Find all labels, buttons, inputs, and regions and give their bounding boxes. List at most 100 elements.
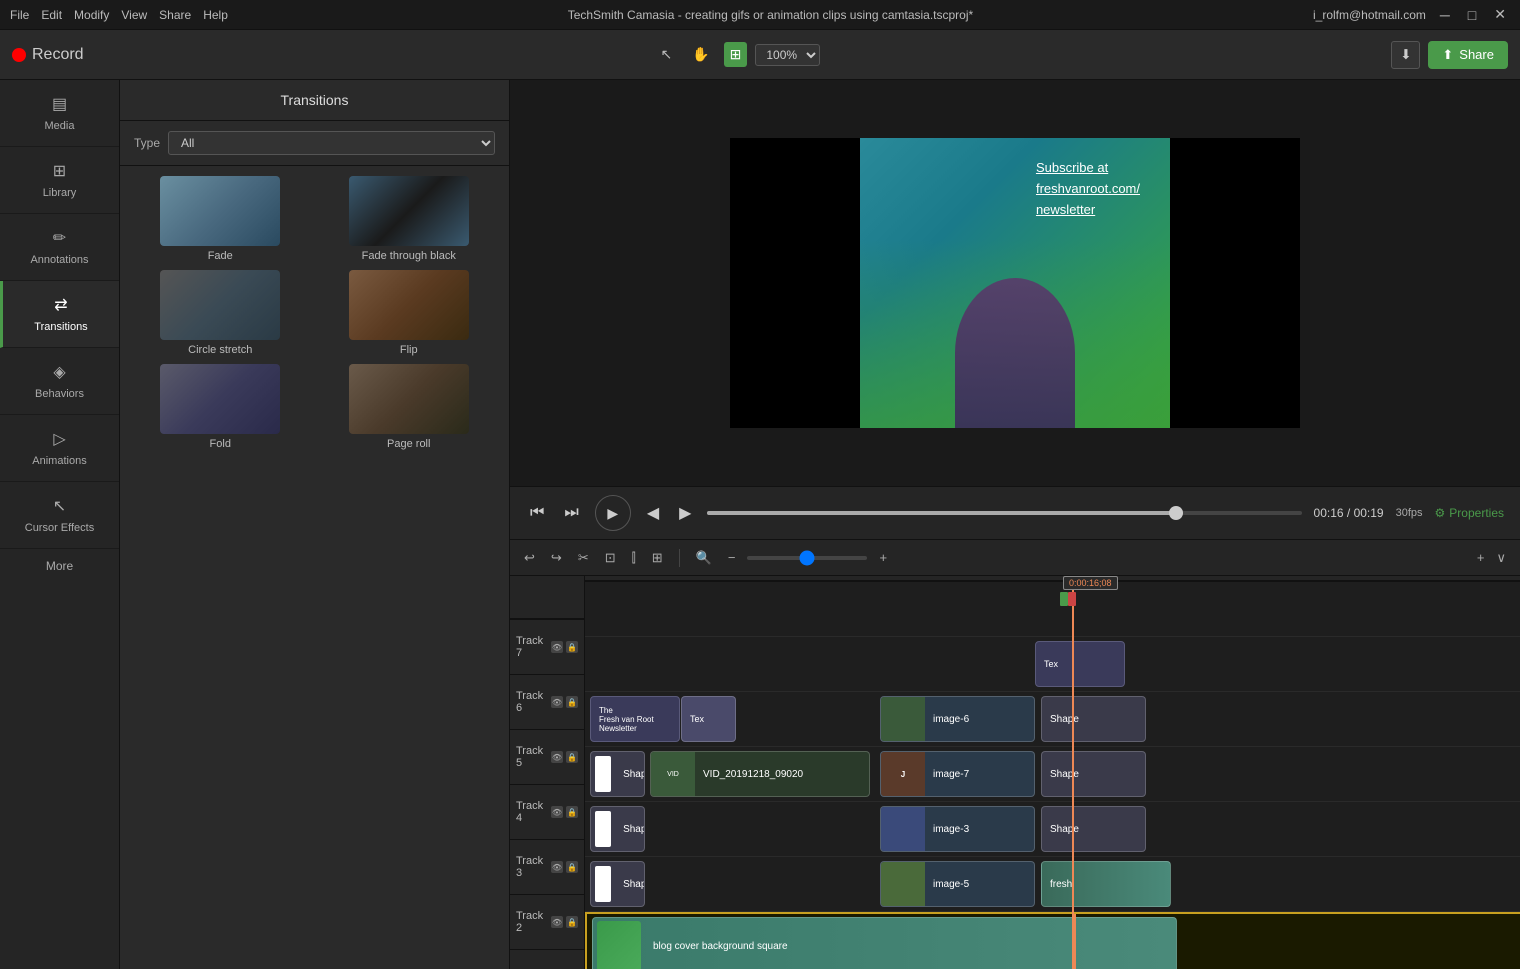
track-2-visibility[interactable]: 👁 bbox=[551, 916, 563, 928]
transition-fade-black[interactable]: Fade through black bbox=[319, 176, 500, 262]
clip-track5-newsletter[interactable]: TheFresh van RootNewsletter bbox=[590, 696, 680, 742]
prev-marker-button[interactable]: ◀ bbox=[643, 499, 663, 527]
track-7-lock[interactable]: 🔒 bbox=[566, 641, 578, 653]
menu-modify[interactable]: Modify bbox=[74, 8, 109, 22]
menu-edit[interactable]: Edit bbox=[41, 8, 62, 22]
transition-fold[interactable]: Fold bbox=[130, 364, 311, 450]
clip-track2-fresh[interactable]: fresh bbox=[1041, 861, 1171, 907]
record-button[interactable]: Record bbox=[12, 46, 84, 64]
clip-track4-shape2[interactable]: Shape bbox=[1041, 751, 1146, 797]
titlebar-right: i_rolfm@hotmail.com ─ □ ✕ bbox=[1313, 6, 1510, 23]
undo-button[interactable]: ↩ bbox=[520, 548, 539, 568]
sidebar-item-cursor[interactable]: ↖ Cursor Effects bbox=[0, 482, 119, 549]
cut-button[interactable]: ✂ bbox=[574, 548, 593, 568]
track-4-lock[interactable]: 🔒 bbox=[566, 806, 578, 818]
menu-share[interactable]: Share bbox=[159, 8, 191, 22]
share-button[interactable]: ⬆ Share bbox=[1428, 41, 1508, 69]
zoom-select[interactable]: 100% 75% 50% 150% bbox=[755, 44, 820, 66]
tool-group: ↖ ✋ ⊞ 100% 75% 50% 150% bbox=[654, 42, 820, 67]
timeline-collapse-button[interactable]: ∨ bbox=[1492, 548, 1510, 568]
clip-track1-bg[interactable]: blog cover background square bbox=[592, 917, 1177, 969]
transition-fade[interactable]: Fade bbox=[130, 176, 311, 262]
app-body: ▤ Media ⊞ Library ✏ Annotations ⇄ Transi… bbox=[0, 80, 1520, 969]
crop-tool[interactable]: ⊞ bbox=[724, 42, 748, 67]
playhead-track1 bbox=[1074, 914, 1076, 969]
paste-button[interactable]: ⊞ bbox=[648, 548, 667, 568]
properties-label: Properties bbox=[1449, 506, 1504, 520]
download-button[interactable]: ⬇ bbox=[1391, 41, 1420, 69]
track-2-lock[interactable]: 🔒 bbox=[566, 916, 578, 928]
filter-select[interactable]: All Fade bbox=[168, 131, 495, 155]
zoom-plus-button[interactable]: + bbox=[875, 548, 891, 567]
toolbar-right: ⬇ ⬆ Share bbox=[1391, 41, 1508, 69]
timeline-add-track-button[interactable]: + bbox=[1473, 548, 1489, 567]
minimize-button[interactable]: ─ bbox=[1436, 7, 1454, 23]
sidebar-item-annotations[interactable]: ✏ Annotations bbox=[0, 214, 119, 281]
zoom-out-button[interactable]: 🔍 bbox=[692, 548, 716, 568]
clip-track3-shape2[interactable]: Shape bbox=[1041, 806, 1146, 852]
track-3-visibility[interactable]: 👁 bbox=[551, 861, 563, 873]
user-account[interactable]: i_rolfm@hotmail.com bbox=[1313, 8, 1426, 22]
clip-track2-image5[interactable]: image-5 bbox=[880, 861, 1035, 907]
video-right-black bbox=[1170, 138, 1300, 428]
clip-track2-shape[interactable]: Shape bbox=[590, 861, 645, 907]
menu-view[interactable]: View bbox=[121, 8, 147, 22]
hand-tool[interactable]: ✋ bbox=[686, 42, 715, 67]
next-marker-button[interactable]: ▶ bbox=[675, 499, 695, 527]
track-label-7: Track 7 👁 🔒 bbox=[510, 620, 584, 675]
progress-bar[interactable] bbox=[707, 511, 1301, 515]
fade-black-label: Fade through black bbox=[362, 250, 456, 262]
close-button[interactable]: ✕ bbox=[1490, 6, 1510, 23]
clip-track4-shape[interactable]: Shape bbox=[590, 751, 645, 797]
sidebar: ▤ Media ⊞ Library ✏ Annotations ⇄ Transi… bbox=[0, 80, 120, 969]
sidebar-more[interactable]: More bbox=[0, 549, 119, 583]
track-6-visibility[interactable]: 👁 bbox=[551, 696, 563, 708]
sidebar-item-animations[interactable]: ▷ Animations bbox=[0, 415, 119, 482]
clip-track4-video[interactable]: VID VID_20191218_09020 bbox=[650, 751, 870, 797]
zoom-minus-button[interactable]: − bbox=[724, 548, 740, 567]
titlebar: File Edit Modify View Share Help TechSmi… bbox=[0, 0, 1520, 30]
transition-flip[interactable]: Flip bbox=[319, 270, 500, 356]
sidebar-item-behaviors[interactable]: ◈ Behaviors bbox=[0, 348, 119, 415]
track-5-icons: 👁 🔒 bbox=[551, 751, 578, 763]
frame-back-button[interactable]: ⏭ bbox=[560, 500, 582, 526]
split-button[interactable]: ⫿ bbox=[628, 548, 640, 568]
image3-label: image-3 bbox=[925, 820, 977, 839]
clip-track5-shape[interactable]: Shape bbox=[1041, 696, 1146, 742]
media-icon: ▤ bbox=[52, 94, 67, 114]
cursor-tool[interactable]: ↖ bbox=[654, 42, 678, 67]
properties-button[interactable]: ⚙ Properties bbox=[1435, 506, 1504, 520]
copy-button[interactable]: ⊡ bbox=[601, 548, 620, 568]
transition-pageroll[interactable]: Page roll bbox=[319, 364, 500, 450]
track-4-name: Track 4 bbox=[516, 800, 551, 824]
clip-track6-text[interactable]: Tex bbox=[1035, 641, 1125, 687]
tracks-body: Tex TheFresh van RootNewsletter Tex bbox=[585, 582, 1520, 969]
transition-circle[interactable]: Circle stretch bbox=[130, 270, 311, 356]
clip-track3-image3[interactable]: image-3 bbox=[880, 806, 1035, 852]
track-4-visibility[interactable]: 👁 bbox=[551, 806, 563, 818]
track-6-lock[interactable]: 🔒 bbox=[566, 696, 578, 708]
clip-track5-image6[interactable]: image-6 bbox=[880, 696, 1035, 742]
skip-back-button[interactable]: ⏮ bbox=[526, 500, 548, 526]
track-5-visibility[interactable]: 👁 bbox=[551, 751, 563, 763]
sidebar-item-transitions[interactable]: ⇄ Transitions bbox=[0, 281, 119, 348]
track-7-name: Track 7 bbox=[516, 635, 551, 659]
panel-title: Transitions bbox=[120, 80, 509, 121]
sidebar-item-library[interactable]: ⊞ Library bbox=[0, 147, 119, 214]
clip-track4-image7[interactable]: J image-7 bbox=[880, 751, 1035, 797]
zoom-slider[interactable] bbox=[747, 556, 867, 560]
redo-button[interactable]: ↪ bbox=[547, 548, 566, 568]
clip-track3-shape[interactable]: Shape bbox=[590, 806, 645, 852]
play-button[interactable]: ▶ bbox=[595, 495, 631, 531]
panel-filter: Type All Fade bbox=[120, 121, 509, 166]
maximize-button[interactable]: □ bbox=[1464, 7, 1480, 23]
flip-thumb bbox=[349, 270, 469, 340]
track-7-visibility[interactable]: 👁 bbox=[551, 641, 563, 653]
track-5-lock[interactable]: 🔒 bbox=[566, 751, 578, 763]
sidebar-item-media[interactable]: ▤ Media bbox=[0, 80, 119, 147]
menu-file[interactable]: File bbox=[10, 8, 29, 22]
track-3-lock[interactable]: 🔒 bbox=[566, 861, 578, 873]
clip-track5-tex[interactable]: Tex bbox=[681, 696, 736, 742]
preview-canvas: Subscribe atfreshvanroot.com/newsletter bbox=[510, 80, 1520, 486]
menu-help[interactable]: Help bbox=[203, 8, 228, 22]
